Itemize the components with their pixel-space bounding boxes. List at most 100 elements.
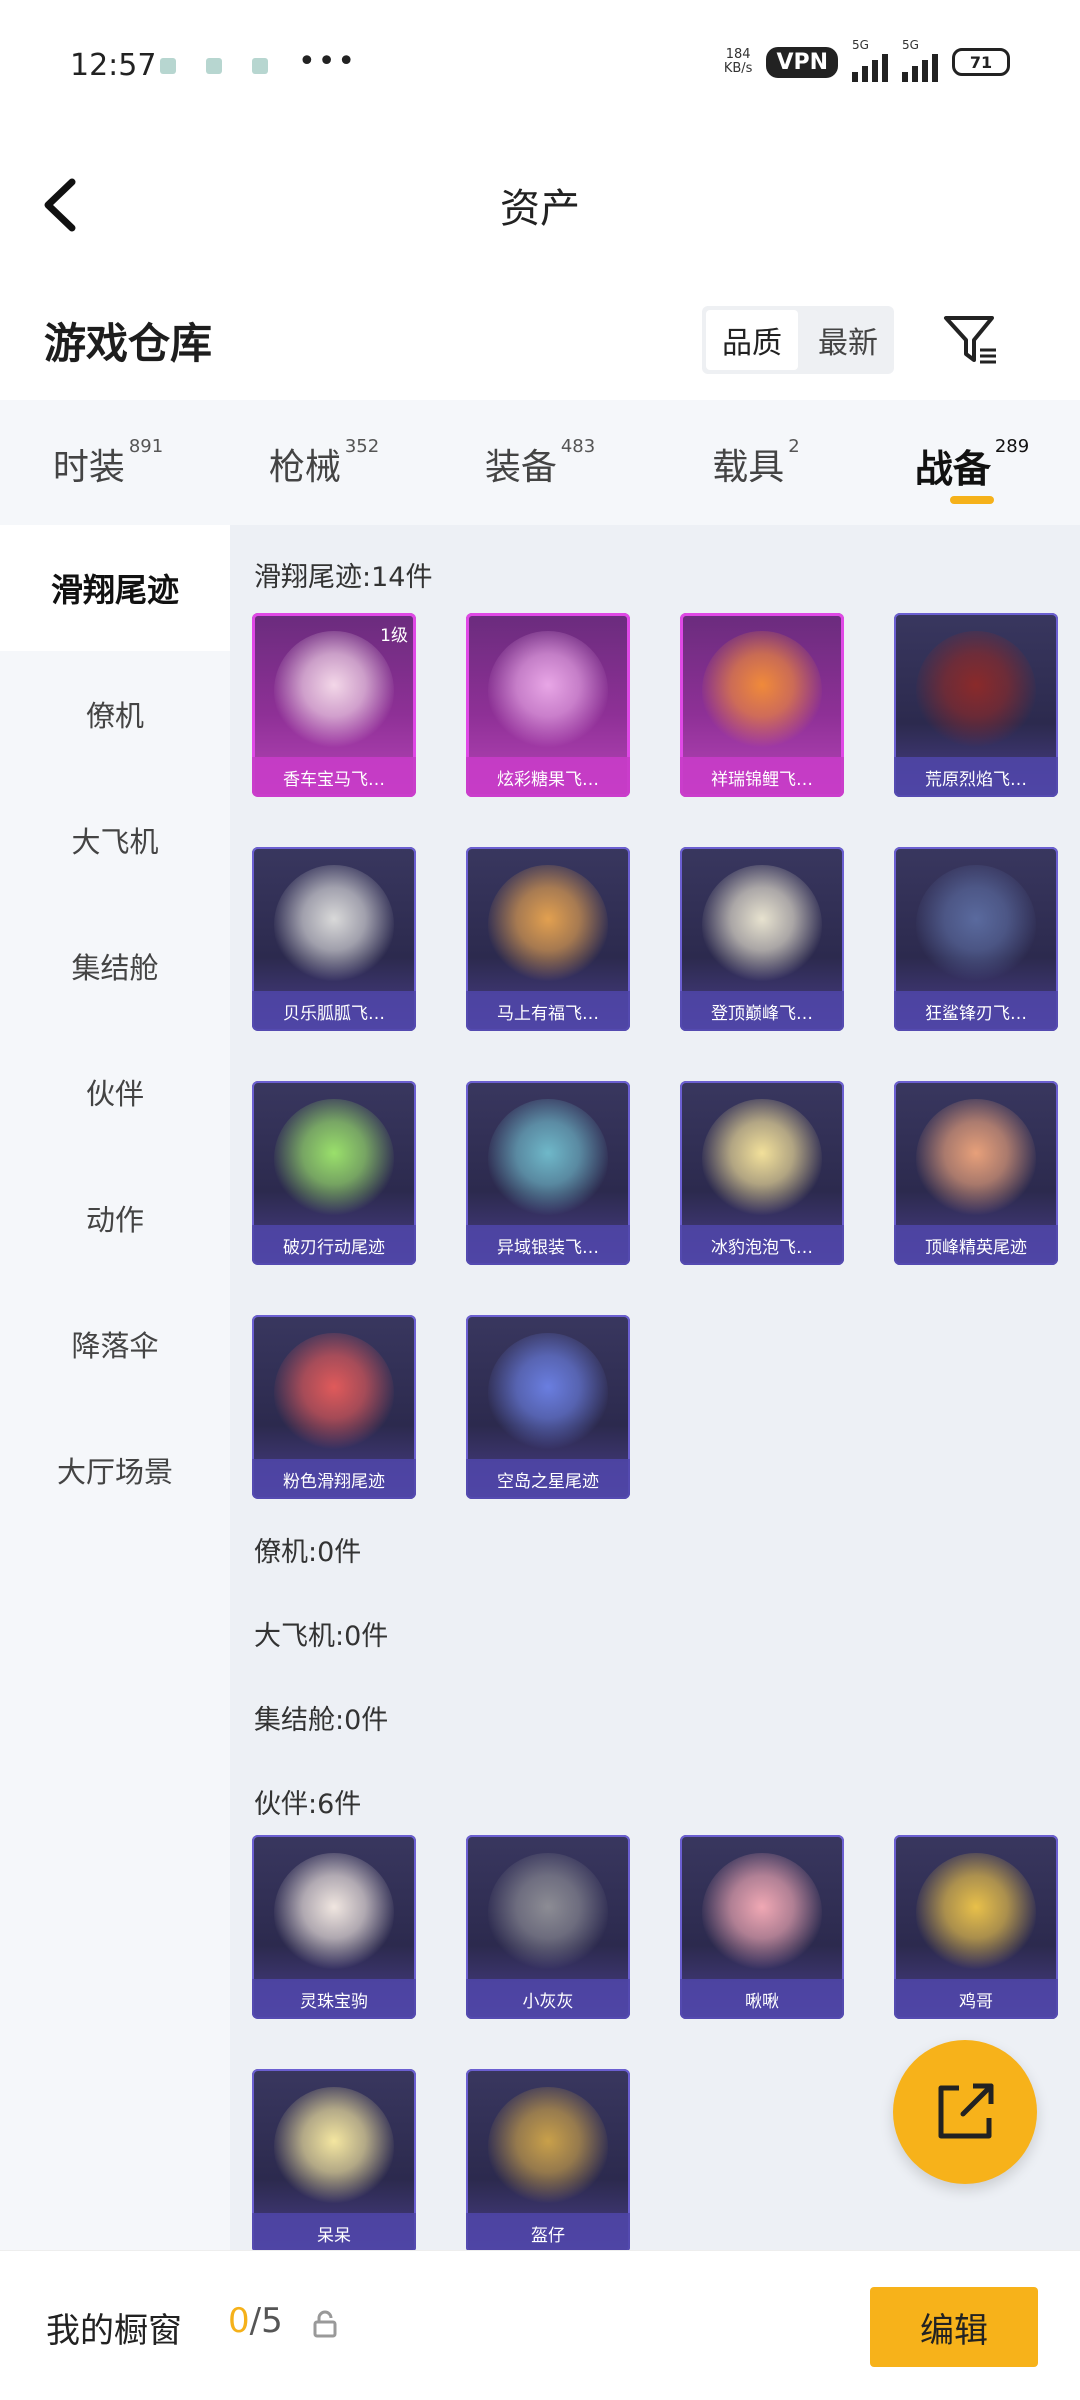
item-thumbnail [274,1099,394,1219]
page-title: 资产 [500,186,580,232]
item-thumbnail [274,865,394,985]
item-list: 滑翔尾迹:14件 1级 香车宝马飞… 炫彩糖果飞… 祥瑞锦鲤飞… 荒原烈焰飞… … [230,525,1080,2250]
active-tab-indicator [950,496,994,504]
item-name: 灵珠宝驹 [252,1979,416,2019]
tab-equipment[interactable]: 装备 483 [432,400,648,525]
group-title-glide-trail: 滑翔尾迹:14件 [254,562,433,593]
tab-vehicles[interactable]: 载具 2 [648,400,864,525]
group-title-partner: 伙伴:6件 [254,1789,362,1820]
sort-quality-button[interactable]: 品质 [706,310,798,370]
item-thumbnail [702,631,822,751]
app-notification-icon [160,58,176,74]
status-bar: 12:57 ••• 184 KB/s VPN 5G 5G 71 [0,0,1080,130]
sidebar-item-big-plane[interactable]: 大飞机 [0,777,230,903]
item-card[interactable]: 狂鲨锋刃飞… [894,847,1058,1031]
item-name: 异域银装飞… [466,1225,630,1265]
item-thumbnail [916,865,1036,985]
group-title-assembly-pod: 集结舱:0件 [254,1705,389,1736]
section-title: 游戏仓库 [44,319,213,368]
edit-button[interactable]: 编辑 [870,2287,1038,2367]
showcase-count: 0/5 [228,2301,283,2341]
item-card[interactable]: 盔仔 [466,2069,630,2250]
item-card[interactable]: 炫彩糖果飞… [466,613,630,797]
item-name: 空岛之星尾迹 [466,1459,630,1499]
sidebar-item-emote[interactable]: 动作 [0,1155,230,1281]
item-card[interactable]: 鸡哥 [894,1835,1058,2019]
item-thumbnail [702,865,822,985]
item-thumbnail [274,2087,394,2207]
group-title-wingman: 僚机:0件 [254,1537,362,1568]
sidebar-item-glide-trail[interactable]: 滑翔尾迹 [0,525,230,651]
item-thumbnail [488,1099,608,1219]
item-card[interactable]: 登顶巅峰飞… [680,847,844,1031]
item-level-badge: 1级 [380,626,408,646]
tab-combat-gear[interactable]: 战备 289 [864,400,1080,525]
category-tabs: 时装 891 枪械 352 装备 483 载具 2 战备 289 [0,400,1080,525]
sort-newest-button[interactable]: 最新 [802,306,894,374]
item-thumbnail [916,1099,1036,1219]
item-name: 登顶巅峰飞… [680,991,844,1031]
message-notification-icon [206,58,222,74]
item-name: 小灰灰 [466,1979,630,2019]
item-thumbnail [488,1853,608,1973]
item-name: 贝乐胍胍飞… [252,991,416,1031]
item-card[interactable]: 呆呆 [252,2069,416,2250]
item-name: 马上有福飞… [466,991,630,1031]
signal-icon-sim2: 5G [902,38,938,82]
item-name: 破刃行动尾迹 [252,1225,416,1265]
item-thumbnail [488,865,608,985]
app-header: 资产 [0,130,1080,280]
item-name: 祥瑞锦鲤飞… [680,757,844,797]
item-card[interactable]: 啾啾 [680,1835,844,2019]
sidebar-item-wingman[interactable]: 僚机 [0,651,230,777]
item-card[interactable]: 空岛之星尾迹 [466,1315,630,1499]
filter-icon [944,316,996,364]
sidebar-item-assembly-pod[interactable]: 集结舱 [0,903,230,1029]
item-card[interactable]: 冰豹泡泡飞… [680,1081,844,1265]
item-thumbnail [274,631,394,751]
item-card[interactable]: 小灰灰 [466,1835,630,2019]
showcase-bar: 我的橱窗 0/5 编辑 [0,2250,1080,2400]
sidebar-item-parachute[interactable]: 降落伞 [0,1281,230,1407]
battery-icon: 71 [952,48,1010,76]
group-title-big-plane: 大飞机:0件 [254,1621,389,1652]
item-name: 冰豹泡泡飞… [680,1225,844,1265]
section-header: 游戏仓库 品质 最新 [0,280,1080,400]
item-thumbnail [274,1853,394,1973]
item-thumbnail [702,1099,822,1219]
item-card[interactable]: 贝乐胍胍飞… [252,847,416,1031]
vpn-badge: VPN [766,46,838,78]
item-thumbnail [916,1853,1036,1973]
item-card[interactable]: 顶峰精英尾迹 [894,1081,1058,1265]
sidebar-item-lobby-scene[interactable]: 大厅场景 [0,1407,230,1533]
item-card[interactable]: 粉色滑翔尾迹 [252,1315,416,1499]
item-card[interactable]: 祥瑞锦鲤飞… [680,613,844,797]
tab-fashion[interactable]: 时装 891 [0,400,216,525]
item-card[interactable]: 异域银装飞… [466,1081,630,1265]
signal-icon-sim1: 5G [852,38,888,82]
app-notification-icon [252,58,268,74]
more-notifications-icon: ••• [298,44,358,79]
network-speed: 184 KB/s [723,47,753,76]
item-name: 粉色滑翔尾迹 [252,1459,416,1499]
share-button[interactable] [893,2040,1037,2184]
item-name: 顶峰精英尾迹 [894,1225,1058,1265]
item-card[interactable]: 马上有福飞… [466,847,630,1031]
item-name: 呆呆 [252,2213,416,2250]
status-time: 12:57 [70,48,157,83]
tab-guns[interactable]: 枪械 352 [216,400,432,525]
filter-button[interactable] [940,310,1000,370]
notification-icons [160,58,268,74]
item-thumbnail [702,1853,822,1973]
item-thumbnail [274,1333,394,1453]
item-card[interactable]: 荒原烈焰飞… [894,613,1058,797]
item-card[interactable]: 灵珠宝驹 [252,1835,416,2019]
item-thumbnail [488,1333,608,1453]
item-card[interactable]: 1级 香车宝马飞… [252,613,416,797]
item-card[interactable]: 破刃行动尾迹 [252,1081,416,1265]
item-name: 炫彩糖果飞… [466,757,630,797]
item-name: 盔仔 [466,2213,630,2250]
share-icon [938,2083,994,2139]
sidebar-item-partner[interactable]: 伙伴 [0,1029,230,1155]
showcase-label: 我的橱窗 [46,2311,182,2351]
